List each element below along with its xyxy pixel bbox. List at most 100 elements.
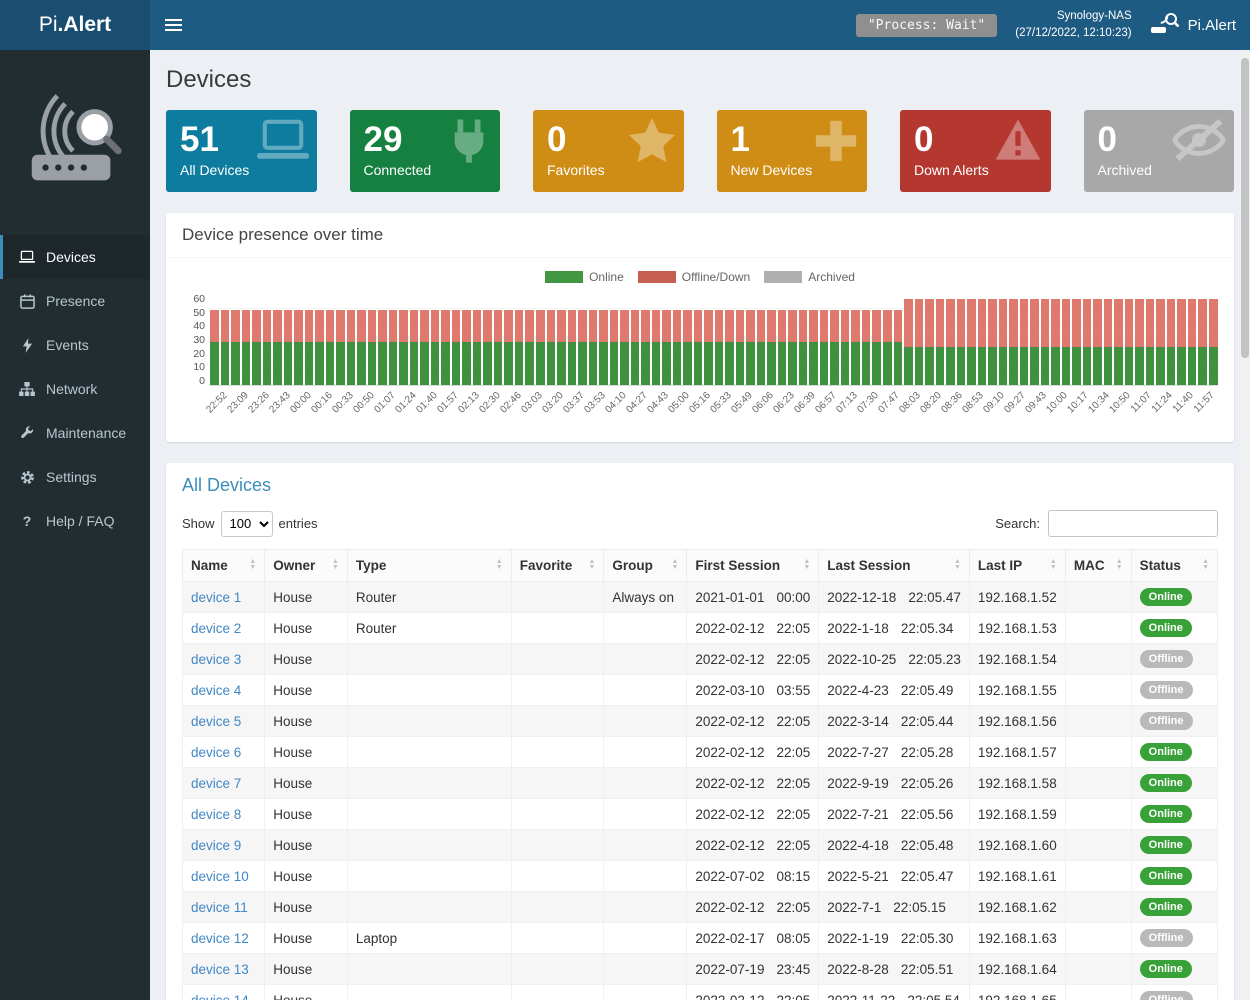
legend-item[interactable]: Archived <box>764 270 855 284</box>
chart-bar <box>557 310 566 385</box>
column-header-owner[interactable]: Owner▲▼ <box>265 550 348 582</box>
table-row[interactable]: device 12HouseLaptop2022-02-1708:052022-… <box>183 923 1218 954</box>
chart-bar <box>915 299 924 385</box>
sort-icon: ▲▼ <box>249 559 256 571</box>
table-row[interactable]: device 6House2022-02-1222:052022-7-2722:… <box>183 737 1218 768</box>
entries-select[interactable]: 100 <box>221 511 273 537</box>
legend-item[interactable]: Offline/Down <box>638 270 750 284</box>
chart-bar <box>399 310 408 385</box>
table-row[interactable]: device 7House2022-02-1222:052022-9-1922:… <box>183 768 1218 799</box>
table-row[interactable]: device 5House2022-02-1222:052022-3-1422:… <box>183 706 1218 737</box>
sort-icon: ▲▼ <box>803 559 810 571</box>
calendar-icon <box>18 294 36 309</box>
chart-bar <box>1104 299 1113 385</box>
chart-bar <box>1062 299 1071 385</box>
chart-bar <box>641 310 650 385</box>
status-badge: Offline <box>1140 712 1193 730</box>
table-row[interactable]: device 1HouseRouterAlways on2021-01-0100… <box>183 582 1218 613</box>
brand-suffix: .Alert <box>58 13 112 37</box>
scrollbar-thumb[interactable] <box>1241 58 1249 358</box>
hamburger-menu-icon[interactable] <box>150 0 196 50</box>
chart-bar <box>326 310 335 385</box>
device-name-link[interactable]: device 5 <box>183 706 265 737</box>
pialert-logo-icon <box>1150 11 1180 39</box>
sidebar-item-help[interactable]: ? Help / FAQ <box>0 499 150 543</box>
column-header-name[interactable]: Name▲▼ <box>183 550 265 582</box>
column-header-last-session[interactable]: Last Session▲▼ <box>819 550 970 582</box>
question-icon: ? <box>18 513 36 529</box>
table-row[interactable]: device 10House2022-07-0208:152022-5-2122… <box>183 861 1218 892</box>
chart-bar <box>1072 299 1081 385</box>
device-name-link[interactable]: device 13 <box>183 954 265 985</box>
column-header-last-ip[interactable]: Last IP▲▼ <box>969 550 1065 582</box>
column-header-type[interactable]: Type▲▼ <box>347 550 511 582</box>
table-row[interactable]: device 4House2022-03-1003:552022-4-2322:… <box>183 675 1218 706</box>
chart-bar <box>1030 299 1039 385</box>
sidebar-item-network[interactable]: Network <box>0 367 150 411</box>
search-input[interactable] <box>1048 510 1218 537</box>
column-header-status[interactable]: Status▲▼ <box>1131 550 1217 582</box>
topbar-brand[interactable]: Pi.Alert <box>1150 11 1236 39</box>
chart-bar <box>504 310 513 385</box>
device-name-link[interactable]: device 6 <box>183 737 265 768</box>
devices-table-panel: All Devices Show 100 entries Search: Nam… <box>166 463 1234 1000</box>
table-title: All Devices <box>182 475 1218 496</box>
chart-bar <box>515 310 524 385</box>
app-logo[interactable]: Pi.Alert <box>0 0 150 50</box>
sidebar-item-events[interactable]: Events <box>0 323 150 367</box>
card-all-devices[interactable]: 51 All Devices <box>166 110 317 192</box>
vertical-scrollbar[interactable] <box>1240 50 1250 1000</box>
table-row[interactable]: device 9House2022-02-1222:052022-4-1822:… <box>183 830 1218 861</box>
sidebar-item-presence[interactable]: Presence <box>0 279 150 323</box>
device-name-link[interactable]: device 1 <box>183 582 265 613</box>
sidebar-item-settings[interactable]: Settings <box>0 455 150 499</box>
card-connected[interactable]: 29 Connected <box>350 110 501 192</box>
chart-bar <box>978 299 987 385</box>
chart-bar <box>662 310 671 385</box>
chart-bar <box>1188 299 1197 385</box>
chart-bar <box>1093 299 1102 385</box>
device-name-link[interactable]: device 2 <box>183 613 265 644</box>
devices-table: Name▲▼Owner▲▼Type▲▼Favorite▲▼Group▲▼Firs… <box>182 549 1218 1000</box>
device-name-link[interactable]: device 14 <box>183 985 265 1000</box>
chart-bar <box>736 310 745 385</box>
sidebar-item-maintenance[interactable]: Maintenance <box>0 411 150 455</box>
device-name-link[interactable]: device 4 <box>183 675 265 706</box>
topbar-brand-label: Pi.Alert <box>1188 17 1236 34</box>
chart-bar <box>715 310 724 385</box>
sort-icon: ▲▼ <box>332 559 339 571</box>
table-row[interactable]: device 2HouseRouter2022-02-1222:052022-1… <box>183 613 1218 644</box>
device-name-link[interactable]: device 10 <box>183 861 265 892</box>
chart-bar <box>242 310 251 385</box>
column-header-first-session[interactable]: First Session▲▼ <box>687 550 819 582</box>
device-name-link[interactable]: device 12 <box>183 923 265 954</box>
table-row[interactable]: device 14House2022-02-1222:052022-11-222… <box>183 985 1218 1000</box>
chart-bar <box>1146 299 1155 385</box>
card-new-devices[interactable]: 1 New Devices <box>717 110 868 192</box>
column-header-group[interactable]: Group▲▼ <box>604 550 687 582</box>
table-row[interactable]: device 13House2022-07-1923:452022-8-2822… <box>183 954 1218 985</box>
device-name-link[interactable]: device 9 <box>183 830 265 861</box>
column-header-mac[interactable]: MAC▲▼ <box>1065 550 1131 582</box>
device-name-link[interactable]: device 3 <box>183 644 265 675</box>
chart-bar <box>904 299 913 385</box>
column-header-favorite[interactable]: Favorite▲▼ <box>511 550 604 582</box>
device-name-link[interactable]: device 11 <box>183 892 265 923</box>
device-name-link[interactable]: device 7 <box>183 768 265 799</box>
sidebar-item-devices[interactable]: Devices <box>0 235 150 279</box>
device-name-link[interactable]: device 8 <box>183 799 265 830</box>
table-row[interactable]: device 3House2022-02-1222:052022-10-2522… <box>183 644 1218 675</box>
table-row[interactable]: device 8House2022-02-1222:052022-7-2122:… <box>183 799 1218 830</box>
chart-bar <box>525 310 534 385</box>
card-favorites[interactable]: 0 Favorites <box>533 110 684 192</box>
card-down-alerts[interactable]: 0 Down Alerts <box>900 110 1051 192</box>
laptop-icon <box>257 118 309 167</box>
status-badge: Online <box>1140 805 1192 823</box>
chart-bar <box>452 310 461 385</box>
status-badge: Offline <box>1140 650 1193 668</box>
table-row[interactable]: device 11House2022-02-1222:052022-7-122:… <box>183 892 1218 923</box>
card-archived[interactable]: 0 Archived <box>1084 110 1235 192</box>
status-badge: Online <box>1140 836 1192 854</box>
chart-y-axis: 6050403020100 <box>182 294 210 386</box>
legend-item[interactable]: Online <box>545 270 624 284</box>
